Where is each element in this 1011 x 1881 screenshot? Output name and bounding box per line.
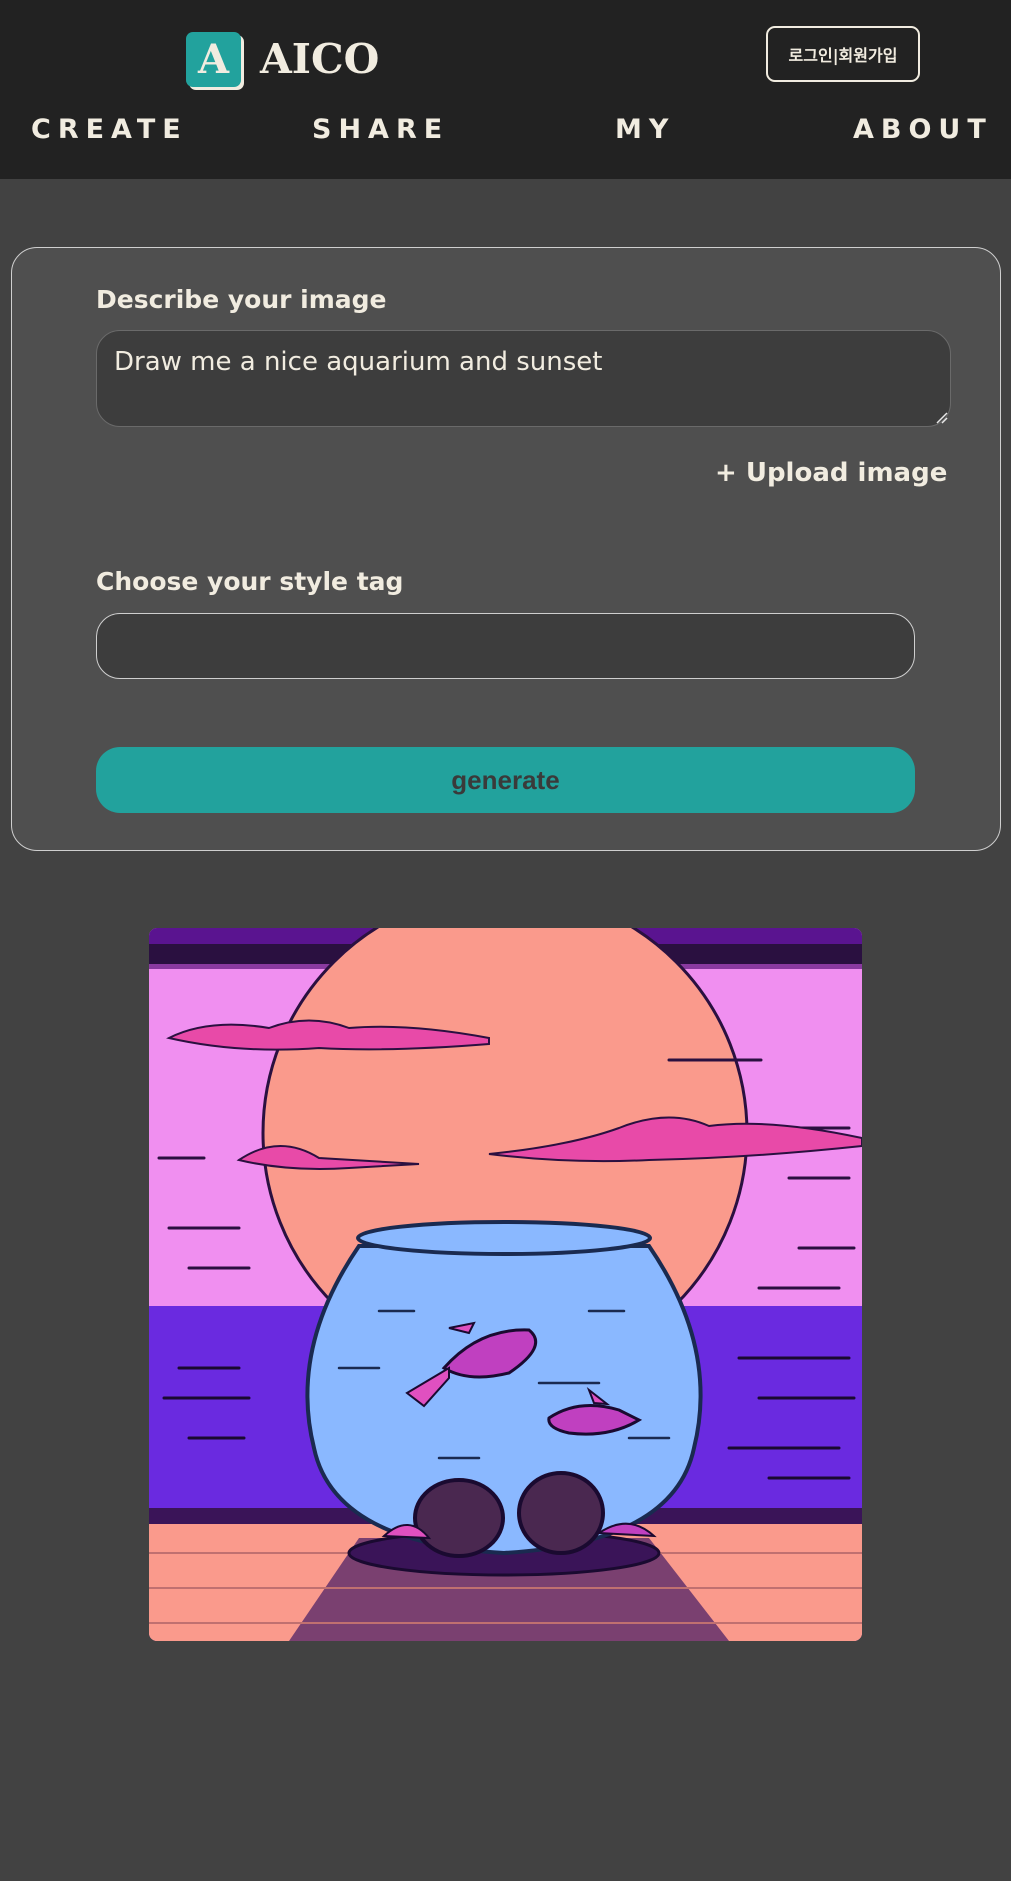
- login-signup-button[interactable]: 로그인|회원가입: [766, 26, 920, 82]
- nav-create[interactable]: CREATE: [31, 112, 188, 148]
- upload-image-button[interactable]: + Upload image: [715, 458, 947, 488]
- logo-text: AICO: [260, 35, 380, 83]
- logo-mark: A: [186, 31, 241, 87]
- generated-image: [149, 928, 862, 1641]
- style-tag-label: Choose your style tag: [96, 567, 404, 596]
- style-tag-input[interactable]: [96, 613, 915, 679]
- logo[interactable]: A AICO: [186, 30, 379, 88]
- describe-label: Describe your image: [96, 285, 387, 314]
- resize-grip-icon[interactable]: [934, 410, 948, 424]
- aquarium-sunset-illustration: [149, 928, 862, 1641]
- prompt-text: Draw me a nice aquarium and sunset: [114, 347, 603, 377]
- generate-button[interactable]: generate: [96, 747, 915, 813]
- nav-my[interactable]: MY: [615, 112, 675, 148]
- nav-share[interactable]: SHARE: [312, 112, 449, 148]
- prompt-textarea[interactable]: Draw me a nice aquarium and sunset: [96, 330, 951, 427]
- app-header: A AICO 로그인|회원가입 CREATE SHARE MY ABOUT: [0, 0, 1011, 179]
- nav-about[interactable]: ABOUT: [853, 112, 993, 148]
